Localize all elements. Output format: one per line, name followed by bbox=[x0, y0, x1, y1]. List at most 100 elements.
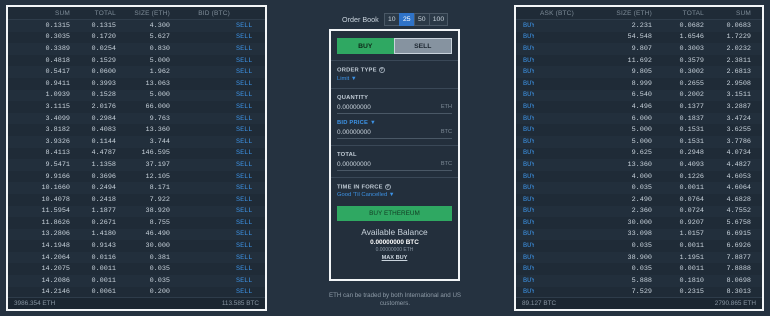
table-row[interactable]: 3.9326 0.1144 3.744 SELL bbox=[8, 135, 265, 148]
table-row[interactable]: BUY 9.807 0.3003 2.0232 bbox=[516, 43, 762, 55]
sell-button[interactable]: SELL bbox=[230, 219, 263, 227]
sell-button[interactable]: SELL bbox=[230, 80, 263, 88]
table-row[interactable]: BUY 6.000 0.1837 3.4724 bbox=[516, 112, 762, 125]
bid-price-input[interactable]: 0.00000000 BTC bbox=[337, 129, 452, 139]
table-row[interactable]: BUY 2.360 0.0724 4.7552 bbox=[516, 205, 762, 218]
buy-button[interactable]: BUY bbox=[516, 57, 534, 65]
table-row[interactable]: BUY 33.098 1.0157 6.6915 bbox=[516, 228, 762, 241]
max-buy-link[interactable]: MAX BUY bbox=[331, 255, 458, 261]
table-row[interactable]: BUY 0.035 0.0011 6.6926 bbox=[516, 240, 762, 252]
table-row[interactable]: 0.3035 0.1720 5.627 SELL bbox=[8, 32, 265, 44]
sell-button[interactable]: SELL bbox=[230, 91, 263, 99]
table-row[interactable]: 14.1948 0.9143 30.000 SELL bbox=[8, 240, 265, 252]
sell-button[interactable]: SELL bbox=[230, 57, 263, 65]
buy-button[interactable]: BUY bbox=[516, 288, 534, 296]
sell-button[interactable]: SELL bbox=[230, 254, 263, 262]
sell-button[interactable]: SELL bbox=[230, 103, 263, 111]
buy-button[interactable]: BUY bbox=[516, 254, 534, 262]
buy-button[interactable]: BUY bbox=[516, 184, 534, 192]
sell-tab[interactable]: SELL bbox=[393, 38, 452, 54]
sell-button[interactable]: SELL bbox=[230, 184, 263, 192]
table-row[interactable]: 8.4113 4.4787 146.595 SELL bbox=[8, 148, 265, 160]
table-row[interactable]: 0.5417 0.0600 1.962 SELL bbox=[8, 66, 265, 78]
sell-button[interactable]: SELL bbox=[230, 161, 263, 169]
table-row[interactable]: BUY 5.000 0.1531 3.6255 bbox=[516, 124, 762, 136]
sell-button[interactable]: SELL bbox=[230, 277, 263, 285]
buy-button[interactable]: BUY bbox=[516, 103, 534, 111]
buy-button[interactable]: BUY bbox=[516, 22, 534, 30]
table-row[interactable]: BUY 0.035 0.0011 7.8888 bbox=[516, 263, 762, 275]
table-row[interactable]: 1.0939 0.1528 5.000 SELL bbox=[8, 89, 265, 102]
info-icon[interactable]: ? bbox=[378, 67, 385, 73]
table-row[interactable]: BUY 0.035 0.0011 4.6064 bbox=[516, 182, 762, 194]
table-row[interactable]: BUY 54.548 1.6546 1.7229 bbox=[516, 32, 762, 44]
order-type-select[interactable]: Limit ▼ bbox=[337, 76, 452, 82]
sell-button[interactable]: SELL bbox=[230, 149, 263, 157]
table-row[interactable]: 14.2086 0.0011 0.035 SELL bbox=[8, 275, 265, 287]
table-row[interactable]: BUY 38.900 1.1951 7.8877 bbox=[516, 251, 762, 264]
table-row[interactable]: BUY 4.000 0.1226 4.6053 bbox=[516, 171, 762, 183]
table-row[interactable]: 0.1315 0.1315 4.300 SELL bbox=[8, 20, 265, 32]
buy-button[interactable]: BUY bbox=[516, 219, 534, 227]
table-row[interactable]: 3.1115 2.0176 66.000 SELL bbox=[8, 101, 265, 113]
buy-button[interactable]: BUY bbox=[516, 196, 534, 204]
place-order-button[interactable]: BUY ETHEREUM bbox=[337, 206, 452, 222]
grouping-100[interactable]: 100 bbox=[428, 13, 449, 26]
time-in-force-select[interactable]: Good 'Til Cancelled ▼ bbox=[337, 192, 452, 198]
buy-button[interactable]: BUY bbox=[516, 126, 534, 134]
buy-button[interactable]: BUY bbox=[516, 115, 534, 123]
sell-button[interactable]: SELL bbox=[230, 126, 263, 134]
table-row[interactable]: BUY 4.496 0.1377 3.2887 bbox=[516, 101, 762, 113]
sell-button[interactable]: SELL bbox=[230, 207, 263, 215]
table-row[interactable]: BUY 2.231 0.0682 0.0683 bbox=[516, 20, 762, 32]
buy-button[interactable]: BUY bbox=[516, 138, 534, 146]
buy-button[interactable]: BUY bbox=[516, 161, 534, 169]
quantity-input[interactable]: 0.00000000 ETH bbox=[337, 104, 452, 114]
table-row[interactable]: 13.2806 1.4180 46.490 SELL bbox=[8, 228, 265, 241]
buy-button[interactable]: BUY bbox=[516, 242, 534, 250]
info-icon[interactable]: ? bbox=[384, 183, 391, 190]
table-row[interactable]: 11.8626 0.2671 8.755 SELL bbox=[8, 217, 265, 229]
table-row[interactable]: 0.3389 0.0254 0.830 SELL bbox=[8, 43, 265, 55]
grouping-25[interactable]: 25 bbox=[398, 13, 415, 26]
table-row[interactable]: BUY 30.000 0.9207 5.6758 bbox=[516, 217, 762, 229]
table-row[interactable]: 11.5954 1.1877 38.920 SELL bbox=[8, 205, 265, 218]
buy-button[interactable]: BUY bbox=[516, 80, 534, 88]
table-row[interactable]: 0.9411 0.3993 13.063 SELL bbox=[8, 78, 265, 90]
sell-button[interactable]: SELL bbox=[230, 138, 263, 146]
table-row[interactable]: BUY 9.805 0.3002 2.6813 bbox=[516, 66, 762, 78]
buy-tab[interactable]: BUY bbox=[337, 38, 394, 54]
buy-button[interactable]: BUY bbox=[516, 230, 534, 238]
buy-button[interactable]: BUY bbox=[516, 91, 534, 99]
table-row[interactable]: 9.9166 0.3696 12.105 SELL bbox=[8, 171, 265, 183]
table-row[interactable]: 10.1660 0.2494 8.171 SELL bbox=[8, 182, 265, 194]
buy-button[interactable]: BUY bbox=[516, 265, 534, 273]
sell-button[interactable]: SELL bbox=[230, 265, 263, 273]
table-row[interactable]: 14.2064 0.0116 0.381 SELL bbox=[8, 251, 265, 264]
buy-button[interactable]: BUY bbox=[516, 33, 534, 41]
table-row[interactable]: BUY 8.999 0.2655 2.9508 bbox=[516, 78, 762, 90]
buy-button[interactable]: BUY bbox=[516, 68, 534, 76]
table-row[interactable]: BUY 2.490 0.0764 4.6828 bbox=[516, 194, 762, 206]
sell-button[interactable]: SELL bbox=[230, 230, 263, 238]
table-row[interactable]: BUY 9.625 0.2948 4.0734 bbox=[516, 148, 762, 160]
table-row[interactable]: BUY 11.692 0.3579 2.3811 bbox=[516, 55, 762, 67]
sell-button[interactable]: SELL bbox=[230, 196, 263, 204]
buy-button[interactable]: BUY bbox=[516, 45, 534, 53]
buy-button[interactable]: BUY bbox=[516, 149, 534, 157]
sell-button[interactable]: SELL bbox=[230, 288, 263, 296]
sell-button[interactable]: SELL bbox=[230, 22, 263, 30]
sell-button[interactable]: SELL bbox=[230, 115, 263, 123]
table-row[interactable]: 9.5471 1.1358 37.197 SELL bbox=[8, 159, 265, 171]
sell-button[interactable]: SELL bbox=[230, 33, 263, 41]
table-row[interactable]: 10.4078 0.2418 7.922 SELL bbox=[8, 194, 265, 206]
chevron-down-icon[interactable]: ▼ bbox=[370, 120, 376, 126]
table-row[interactable]: 14.2075 0.0011 0.035 SELL bbox=[8, 263, 265, 275]
table-row[interactable]: BUY 5.000 0.1531 3.7786 bbox=[516, 135, 762, 148]
grouping-10[interactable]: 10 bbox=[383, 13, 400, 26]
buy-button[interactable]: BUY bbox=[516, 173, 534, 181]
table-row[interactable]: 0.4818 0.1529 5.000 SELL bbox=[8, 55, 265, 67]
grouping-50[interactable]: 50 bbox=[413, 13, 430, 26]
table-row[interactable]: BUY 5.888 0.1810 8.0698 bbox=[516, 275, 762, 287]
sell-button[interactable]: SELL bbox=[230, 242, 263, 250]
